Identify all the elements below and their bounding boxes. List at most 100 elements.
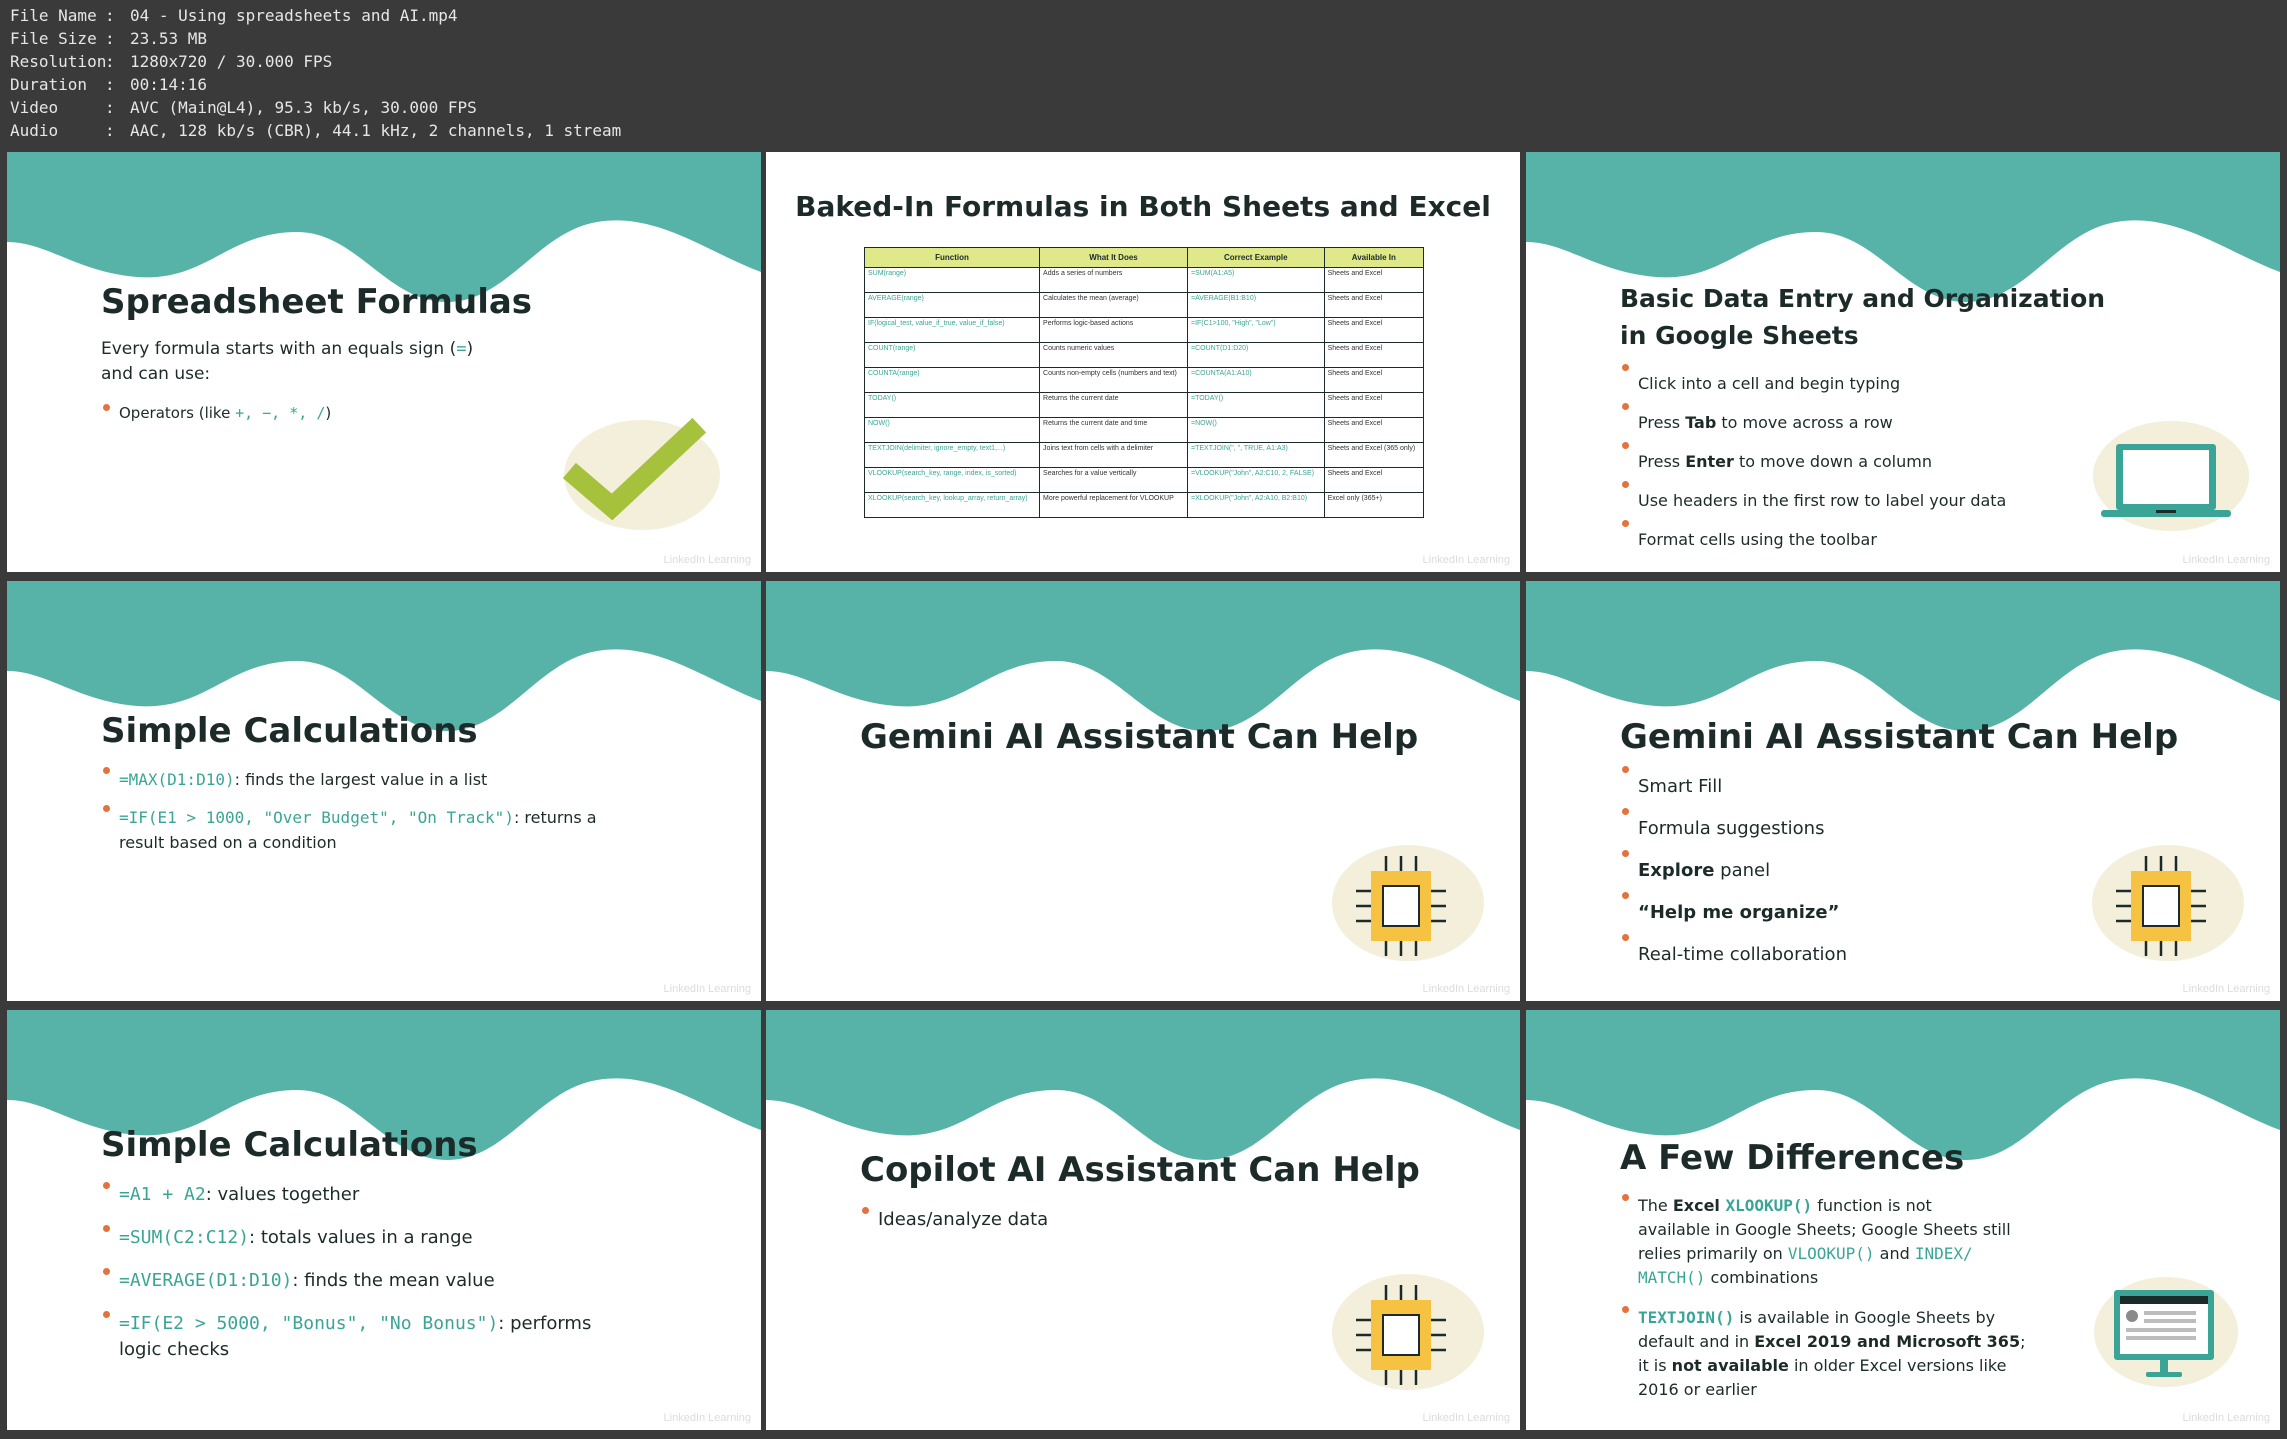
list-item: =AVERAGE(D1:D10): finds the mean value [101,1268,591,1294]
watermark: LinkedIn Learning [2182,983,2270,995]
list-item: =IF(E1 > 1000, "Over Budget", "On Track"… [101,805,597,855]
list-item: =IF(E2 > 5000, "Bonus", "No Bonus"): per… [101,1311,591,1363]
table-row: XLOOKUP(search_key, lookup_array, return… [863,492,1425,518]
watermark: LinkedIn Learning [1422,983,1510,995]
list-item: Click into a cell and begin typing [1620,364,2006,403]
table-cell: Searches for a value vertically [1039,467,1188,493]
file-info-sep: : [105,6,125,25]
watermark: LinkedIn Learning [1422,1412,1510,1424]
table-cell: Sheets and Excel [1323,267,1425,293]
formula-table: Function What It Does Correct Example Avail… [863,247,1425,518]
table-row: COUNT(range) Counts numeric values =COUNT(… [863,342,1425,368]
slide-copilot[interactable]: Copilot AI Assistant Can Help Ideas/anal… [766,1010,1520,1430]
table-cell: Sheets and Excel [1323,317,1425,343]
slide-title: Spreadsheet Formulas [101,282,533,322]
watermark: LinkedIn Learning [1422,554,1510,566]
file-info-value: AVC (Main@L4), 95.3 kb/s, 30.000 FPS [130,98,477,117]
table-cell: Counts non-empty cells (numbers and text… [1039,367,1188,393]
list-item: Format cells using the toolbar [1620,520,2006,559]
table-cell: Calculates the mean (average) [1039,292,1188,318]
bullet-list: =A1 + A2: values together =SUM(C2:C12): … [101,1182,591,1363]
bullet-list: The Excel XLOOKUP() function is not avai… [1620,1194,2025,1402]
list-item: =SUM(C2:C12): totals values in a range [101,1225,591,1251]
table-cell: Sheets and Excel (365 only) [1323,442,1425,468]
list-item: Use headers in the first row to label yo… [1620,481,2006,520]
table-row: SUM(range) Adds a series of numbers =SUM(A… [863,267,1425,293]
table-row: IF(logical_test, value_if_true, value_if… [863,317,1425,343]
file-info-sep: : [105,29,125,48]
table-cell: Adds a series of numbers [1039,267,1188,293]
file-info-row: Video: AVC (Main@L4), 95.3 kb/s, 30.000 … [10,96,621,119]
table-cell: =SUM(A1:A5) [1187,267,1325,293]
file-info-sep: : [105,98,125,117]
chip-icon [1332,1274,1484,1390]
file-info-sep: : [105,121,125,140]
slide-a-few-differences[interactable]: A Few Differences The Excel XLOOKUP() fu… [1526,1010,2280,1430]
file-info-value: 04 - Using spreadsheets and AI.mp4 [130,6,458,25]
file-info-sep: : [105,52,125,71]
slide-spreadsheet-formulas[interactable]: Spreadsheet Formulas Every formula start… [7,152,761,572]
list-item: Press Enter to move down a column [1620,442,2006,481]
list-item: Operators (like +, −, *, /) [101,404,331,422]
table-cell: Performs logic-based actions [1039,317,1188,343]
slide-title: Basic Data Entry and Organization in Goog… [1620,284,2106,350]
file-info-key: File Size [10,29,97,48]
file-info-key: Duration [10,75,88,94]
slide-basic-data-entry[interactable]: Basic Data Entry and Organization in Goog… [1526,152,2280,572]
bullet-list: Operators (like +, −, *, /) [101,404,331,422]
slide-simple-calculations-1[interactable]: Simple Calculations =MAX(D1:D10): finds … [7,581,761,1001]
watermark: LinkedIn Learning [2182,554,2270,566]
list-item: Explore panel [1620,850,1847,892]
slide-title: Copilot AI Assistant Can Help [860,1150,1420,1190]
slide-baked-in-formulas[interactable]: Baked-In Formulas in Both Sheets and Exc… [766,152,1520,572]
file-info: File Name: 04 - Using spreadsheets and A… [10,4,621,142]
table-cell: Sheets and Excel [1323,342,1425,368]
slide-gemini-2[interactable]: Gemini AI Assistant Can Help Smart Fill … [1526,581,2280,1001]
table-cell: Returns the current date and time [1039,417,1188,443]
slide-title: Gemini AI Assistant Can Help [1620,717,2179,757]
file-info-key: Resolution [10,52,107,71]
slide-title: Simple Calculations [101,711,478,751]
watermark: LinkedIn Learning [2182,1412,2270,1424]
slide-gemini-1[interactable]: Gemini AI Assistant Can Help LinkedIn Le… [766,581,1520,1001]
table-cell: =AVERAGE(B1:B10) [1187,292,1325,318]
table-row: TODAY() Returns the current date =TODAY() S… [863,392,1425,418]
table-cell: AVERAGE(range) [863,292,1041,318]
file-info-key: Video [10,98,59,117]
bullet-list: Smart Fill Formula suggestions Explore p… [1620,766,1847,976]
table-cell: VLOOKUP(search_key, range, index, is_sor… [863,467,1041,493]
table-cell: =VLOOKUP("John", A2:C10, 2, FALSE) [1187,467,1325,493]
monitor-icon [2094,1277,2238,1387]
list-item: The Excel XLOOKUP() function is not avai… [1620,1194,2025,1290]
file-info-row: File Size: 23.53 MB [10,27,621,50]
table-cell: =TODAY() [1187,392,1325,418]
table-row: VLOOKUP(search_key, range, index, is_sor… [863,467,1425,493]
table-header-cell: Function [863,247,1041,268]
laptop-icon [2093,421,2249,531]
table-cell: COUNTA(range) [863,367,1041,393]
file-info-row: File Name: 04 - Using spreadsheets and A… [10,4,621,27]
table-cell: TODAY() [863,392,1041,418]
file-info-row: Duration: 00:14:16 [10,73,621,96]
table-cell: NOW() [863,417,1041,443]
chip-icon [1332,845,1484,961]
watermark: LinkedIn Learning [663,1412,751,1424]
table-cell: Joins text from cells with a delimiter [1039,442,1188,468]
list-item: TEXTJOIN() is available in Google Sheets… [1620,1306,2025,1402]
slide-simple-calculations-2[interactable]: Simple Calculations =A1 + A2: values tog… [7,1010,761,1430]
wave-banner [766,1010,1520,1160]
slide-intro: Every formula starts with an equals sign… [101,339,474,384]
list-item: Real-time collaboration [1620,934,1847,976]
slide-title: Simple Calculations [101,1125,478,1165]
table-cell: Sheets and Excel [1323,292,1425,318]
table-row: COUNTA(range) Counts non-empty cells (num… [863,367,1425,393]
table-cell: IF(logical_test, value_if_true, value_if… [863,317,1041,343]
table-row: AVERAGE(range) Calculates the mean (avera… [863,292,1425,318]
file-info-sep: : [105,75,125,94]
list-item: Ideas/analyze data [860,1207,1048,1233]
table-cell: TEXTJOIN(delimiter, ignore_empty, text1,… [863,442,1041,468]
bullet-list: Click into a cell and begin typing Press… [1620,364,2006,559]
file-info-value: 1280x720 / 30.000 FPS [130,52,333,71]
slide-title: A Few Differences [1620,1138,1965,1178]
chip-icon [2092,845,2244,961]
